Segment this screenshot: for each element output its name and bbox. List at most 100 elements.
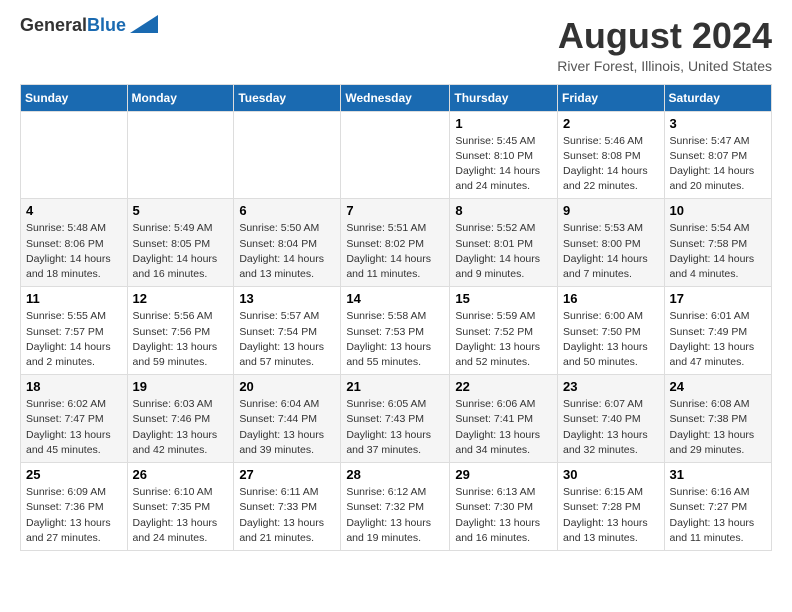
day-number: 11 bbox=[26, 291, 122, 306]
title-area: August 2024 River Forest, Illinois, Unit… bbox=[557, 16, 772, 74]
day-info: Sunrise: 5:56 AMSunset: 7:56 PMDaylight:… bbox=[133, 309, 229, 370]
header-cell-tuesday: Tuesday bbox=[234, 84, 341, 111]
day-number: 17 bbox=[670, 291, 766, 306]
day-info: Sunrise: 5:53 AMSunset: 8:00 PMDaylight:… bbox=[563, 221, 659, 282]
header-cell-thursday: Thursday bbox=[450, 84, 558, 111]
main-title: August 2024 bbox=[557, 16, 772, 56]
day-number: 18 bbox=[26, 379, 122, 394]
week-row-3: 11 Sunrise: 5:55 AMSunset: 7:57 PMDayligh… bbox=[21, 287, 772, 375]
day-info: Sunrise: 5:52 AMSunset: 8:01 PMDaylight:… bbox=[455, 221, 552, 282]
day-cell: 31 Sunrise: 6:16 AMSunset: 7:27 PMDayligh… bbox=[664, 463, 771, 551]
logo: GeneralBlue bbox=[20, 16, 158, 36]
header-cell-sunday: Sunday bbox=[21, 84, 128, 111]
day-cell bbox=[341, 111, 450, 199]
day-cell: 9 Sunrise: 5:53 AMSunset: 8:00 PMDaylight… bbox=[558, 199, 665, 287]
day-info: Sunrise: 5:51 AMSunset: 8:02 PMDaylight:… bbox=[346, 221, 444, 282]
day-cell: 26 Sunrise: 6:10 AMSunset: 7:35 PMDayligh… bbox=[127, 463, 234, 551]
day-cell: 13 Sunrise: 5:57 AMSunset: 7:54 PMDayligh… bbox=[234, 287, 341, 375]
header: GeneralBlue August 2024 River Forest, Il… bbox=[20, 16, 772, 74]
day-info: Sunrise: 5:57 AMSunset: 7:54 PMDaylight:… bbox=[239, 309, 335, 370]
day-cell: 8Sunrise: 5:52 AMSunset: 8:01 PMDaylight… bbox=[450, 199, 558, 287]
day-cell: 17 Sunrise: 6:01 AMSunset: 7:49 PMDayligh… bbox=[664, 287, 771, 375]
day-info: Sunrise: 6:09 AMSunset: 7:36 PMDaylight:… bbox=[26, 485, 122, 546]
day-info: Sunrise: 5:54 AMSunset: 7:58 PMDaylight:… bbox=[670, 221, 766, 282]
day-number: 15 bbox=[455, 291, 552, 306]
day-info: Sunrise: 5:50 AMSunset: 8:04 PMDaylight:… bbox=[239, 221, 335, 282]
day-info: Sunrise: 6:10 AMSunset: 7:35 PMDaylight:… bbox=[133, 485, 229, 546]
day-info: Sunrise: 5:58 AMSunset: 7:53 PMDaylight:… bbox=[346, 309, 444, 370]
day-number: 9 bbox=[563, 203, 659, 218]
day-cell: 27Sunrise: 6:11 AMSunset: 7:33 PMDayligh… bbox=[234, 463, 341, 551]
day-number: 24 bbox=[670, 379, 766, 394]
day-number: 12 bbox=[133, 291, 229, 306]
day-number: 16 bbox=[563, 291, 659, 306]
day-number: 7 bbox=[346, 203, 444, 218]
day-cell: 28Sunrise: 6:12 AMSunset: 7:32 PMDayligh… bbox=[341, 463, 450, 551]
subtitle: River Forest, Illinois, United States bbox=[557, 58, 772, 74]
day-cell: 1Sunrise: 5:45 AMSunset: 8:10 PMDaylight… bbox=[450, 111, 558, 199]
day-cell: 21Sunrise: 6:05 AMSunset: 7:43 PMDayligh… bbox=[341, 375, 450, 463]
day-info: Sunrise: 5:59 AMSunset: 7:52 PMDaylight:… bbox=[455, 309, 552, 370]
day-cell: 10 Sunrise: 5:54 AMSunset: 7:58 PMDayligh… bbox=[664, 199, 771, 287]
day-info: Sunrise: 6:07 AMSunset: 7:40 PMDaylight:… bbox=[563, 397, 659, 458]
day-info: Sunrise: 6:03 AMSunset: 7:46 PMDaylight:… bbox=[133, 397, 229, 458]
day-cell: 19 Sunrise: 6:03 AMSunset: 7:46 PMDayligh… bbox=[127, 375, 234, 463]
week-row-2: 4Sunrise: 5:48 AMSunset: 8:06 PMDaylight… bbox=[21, 199, 772, 287]
day-number: 25 bbox=[26, 467, 122, 482]
day-info: Sunrise: 5:46 AMSunset: 8:08 PMDaylight:… bbox=[563, 134, 659, 195]
day-info: Sunrise: 5:47 AMSunset: 8:07 PMDaylight:… bbox=[670, 134, 766, 195]
header-cell-saturday: Saturday bbox=[664, 84, 771, 111]
day-number: 30 bbox=[563, 467, 659, 482]
day-info: Sunrise: 6:08 AMSunset: 7:38 PMDaylight:… bbox=[670, 397, 766, 458]
day-cell: 5 Sunrise: 5:49 AMSunset: 8:05 PMDaylight… bbox=[127, 199, 234, 287]
day-number: 29 bbox=[455, 467, 552, 482]
day-info: Sunrise: 6:06 AMSunset: 7:41 PMDaylight:… bbox=[455, 397, 552, 458]
day-info: Sunrise: 6:15 AMSunset: 7:28 PMDaylight:… bbox=[563, 485, 659, 546]
day-info: Sunrise: 5:55 AMSunset: 7:57 PMDaylight:… bbox=[26, 309, 122, 370]
day-number: 2 bbox=[563, 116, 659, 131]
day-number: 26 bbox=[133, 467, 229, 482]
day-info: Sunrise: 6:16 AMSunset: 7:27 PMDaylight:… bbox=[670, 485, 766, 546]
day-cell: 29 Sunrise: 6:13 AMSunset: 7:30 PMDayligh… bbox=[450, 463, 558, 551]
day-number: 22 bbox=[455, 379, 552, 394]
day-number: 27 bbox=[239, 467, 335, 482]
week-row-4: 18 Sunrise: 6:02 AMSunset: 7:47 PMDayligh… bbox=[21, 375, 772, 463]
day-number: 4 bbox=[26, 203, 122, 218]
day-info: Sunrise: 6:01 AMSunset: 7:49 PMDaylight:… bbox=[670, 309, 766, 370]
day-cell: 11 Sunrise: 5:55 AMSunset: 7:57 PMDayligh… bbox=[21, 287, 128, 375]
week-row-1: 1Sunrise: 5:45 AMSunset: 8:10 PMDaylight… bbox=[21, 111, 772, 199]
day-number: 5 bbox=[133, 203, 229, 218]
day-cell: 6 Sunrise: 5:50 AMSunset: 8:04 PMDaylight… bbox=[234, 199, 341, 287]
day-cell: 2 Sunrise: 5:46 AMSunset: 8:08 PMDaylight… bbox=[558, 111, 665, 199]
day-number: 6 bbox=[239, 203, 335, 218]
day-number: 20 bbox=[239, 379, 335, 394]
day-info: Sunrise: 6:13 AMSunset: 7:30 PMDaylight:… bbox=[455, 485, 552, 546]
day-cell bbox=[127, 111, 234, 199]
day-number: 31 bbox=[670, 467, 766, 482]
day-cell: 24 Sunrise: 6:08 AMSunset: 7:38 PMDayligh… bbox=[664, 375, 771, 463]
day-number: 23 bbox=[563, 379, 659, 394]
day-info: Sunrise: 6:05 AMSunset: 7:43 PMDaylight:… bbox=[346, 397, 444, 458]
day-info: Sunrise: 5:45 AMSunset: 8:10 PMDaylight:… bbox=[455, 134, 552, 195]
day-cell: 12 Sunrise: 5:56 AMSunset: 7:56 PMDayligh… bbox=[127, 287, 234, 375]
logo-icon bbox=[130, 15, 158, 33]
day-info: Sunrise: 6:02 AMSunset: 7:47 PMDaylight:… bbox=[26, 397, 122, 458]
day-number: 10 bbox=[670, 203, 766, 218]
header-cell-friday: Friday bbox=[558, 84, 665, 111]
day-cell: 14 Sunrise: 5:58 AMSunset: 7:53 PMDayligh… bbox=[341, 287, 450, 375]
header-cell-monday: Monday bbox=[127, 84, 234, 111]
day-number: 14 bbox=[346, 291, 444, 306]
day-cell: 22 Sunrise: 6:06 AMSunset: 7:41 PMDayligh… bbox=[450, 375, 558, 463]
day-cell: 15 Sunrise: 5:59 AMSunset: 7:52 PMDayligh… bbox=[450, 287, 558, 375]
day-number: 13 bbox=[239, 291, 335, 306]
day-cell bbox=[234, 111, 341, 199]
day-number: 19 bbox=[133, 379, 229, 394]
calendar-table: SundayMondayTuesdayWednesdayThursdayFrid… bbox=[20, 84, 772, 551]
day-cell: 25 Sunrise: 6:09 AMSunset: 7:36 PMDayligh… bbox=[21, 463, 128, 551]
day-cell: 7 Sunrise: 5:51 AMSunset: 8:02 PMDaylight… bbox=[341, 199, 450, 287]
header-row: SundayMondayTuesdayWednesdayThursdayFrid… bbox=[21, 84, 772, 111]
day-cell: 23 Sunrise: 6:07 AMSunset: 7:40 PMDayligh… bbox=[558, 375, 665, 463]
day-number: 3 bbox=[670, 116, 766, 131]
day-info: Sunrise: 5:49 AMSunset: 8:05 PMDaylight:… bbox=[133, 221, 229, 282]
day-cell: 3 Sunrise: 5:47 AMSunset: 8:07 PMDaylight… bbox=[664, 111, 771, 199]
